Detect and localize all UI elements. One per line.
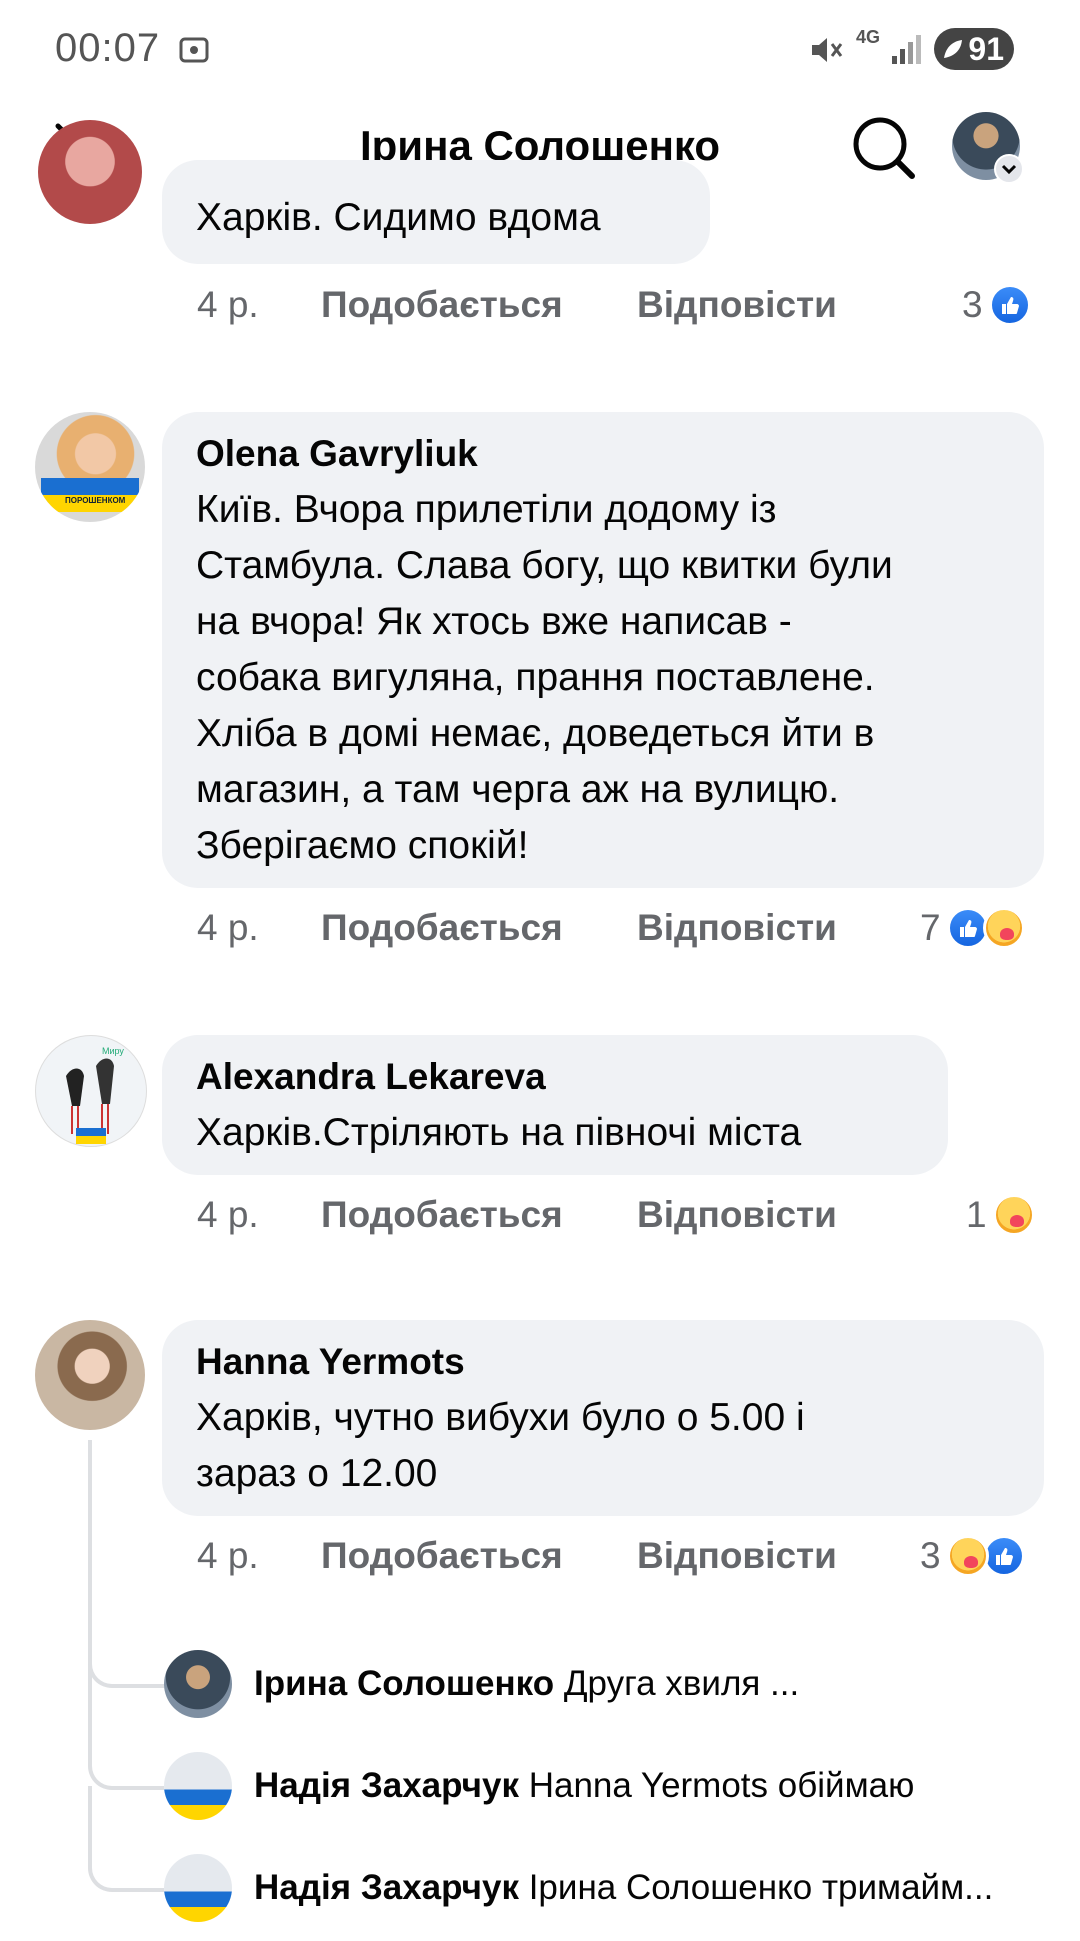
- care-icon: [946, 1535, 989, 1577]
- comment-text: Київ. Вчора прилетіли додому із Стамбула…: [196, 488, 893, 867]
- comment-bubble: Харків. Сидимо вдома: [162, 160, 710, 264]
- reply-avatar[interactable]: [164, 1650, 232, 1718]
- like-icon: [988, 284, 1031, 326]
- reply-preview[interactable]: Надія Захарчук Hanna Yermots обіймаю: [254, 1766, 914, 1806]
- mute-icon: [812, 38, 843, 62]
- reply-button[interactable]: Відповісти: [637, 907, 837, 949]
- reply-author: Надія Захарчук: [254, 1766, 519, 1805]
- avatar[interactable]: [35, 1320, 145, 1430]
- storks-image: [66, 1058, 114, 1144]
- avatar-badge: Миру: [102, 1046, 124, 1056]
- comment-bubble: Alexandra Lekareva Харків.Стріляють на п…: [162, 1035, 948, 1175]
- comment-bubble: Olena Gavryliuk Київ. Вчора прилетіли до…: [162, 412, 1044, 888]
- reply-button[interactable]: Відповісти: [637, 1535, 837, 1577]
- reply-text: Ірина Солошенко тримайм...: [528, 1868, 994, 1907]
- comment-text: Харків, чутно вибухи було о 5.00 і зараз…: [196, 1396, 805, 1495]
- comment-time[interactable]: 4 р.: [197, 1535, 259, 1577]
- comment-author[interactable]: Olena Gavryliuk: [196, 432, 1010, 476]
- signal-icon: [892, 35, 921, 64]
- status-time: 00:07: [55, 26, 161, 70]
- comment-bubble: Hanna Yermots Харків, чутно вибухи було …: [162, 1320, 1044, 1516]
- comment-time[interactable]: 4 р.: [197, 284, 259, 326]
- avatar[interactable]: Миру: [35, 1035, 147, 1147]
- like-button[interactable]: Подобається: [321, 1535, 563, 1577]
- reaction-summary[interactable]: 3: [920, 1534, 1025, 1578]
- like-button[interactable]: Подобається: [321, 907, 563, 949]
- like-button[interactable]: Подобається: [321, 1194, 563, 1236]
- reaction-count: 1: [966, 1194, 987, 1235]
- comment-text: Харків. Сидимо вдома: [196, 196, 601, 239]
- reply-text: Hanna Yermots обіймаю: [528, 1766, 915, 1805]
- reply-avatar[interactable]: [164, 1752, 232, 1820]
- network-type: 4G: [856, 27, 881, 47]
- reaction-summary[interactable]: 7: [920, 906, 1025, 950]
- thread-connector: [88, 1786, 164, 1892]
- profile-avatar[interactable]: [952, 112, 1024, 184]
- reply-button[interactable]: Відповісти: [637, 284, 837, 326]
- battery-indicator: 91: [934, 28, 1014, 70]
- status-bar: 00:07 4G 91: [0, 0, 1080, 100]
- care-icon: [992, 1194, 1035, 1236]
- care-icon: [982, 907, 1025, 949]
- avatar[interactable]: [38, 120, 142, 224]
- reply-author: Надія Захарчук: [254, 1868, 519, 1907]
- thread-connector: [88, 1640, 164, 1688]
- reply-text: Друга хвиля ...: [563, 1664, 800, 1703]
- comment-author[interactable]: Hanna Yermots: [196, 1340, 1010, 1384]
- screenshot-icon: [179, 37, 209, 63]
- reaction-count: 3: [920, 1535, 941, 1576]
- avatar-badge: ПОРОШЕНКОМ: [65, 496, 126, 505]
- reaction-summary[interactable]: 1: [966, 1193, 1035, 1237]
- battery-level: 91: [968, 31, 1004, 67]
- reaction-count: 3: [962, 284, 983, 325]
- thread-connector: [88, 1684, 164, 1790]
- reaction-summary[interactable]: 3: [962, 283, 1031, 327]
- avatar[interactable]: ПОРОШЕНКОМ: [35, 412, 145, 522]
- search-icon[interactable]: [850, 114, 918, 182]
- comment-time[interactable]: 4 р.: [197, 907, 259, 949]
- reply-author: Ірина Солошенко: [254, 1664, 555, 1703]
- like-icon: [982, 1535, 1025, 1577]
- reply-avatar[interactable]: [164, 1854, 232, 1922]
- comment-text: Харків.Стріляють на півночі міста: [196, 1111, 802, 1154]
- reply-preview[interactable]: Ірина Солошенко Друга хвиля ...: [254, 1664, 799, 1704]
- reply-preview[interactable]: Надія Захарчук Ірина Солошенко тримайм..…: [254, 1868, 993, 1908]
- comment-time[interactable]: 4 р.: [197, 1194, 259, 1236]
- like-button[interactable]: Подобається: [321, 284, 563, 326]
- battery-saver-icon: [944, 40, 962, 58]
- chevron-down-icon: [994, 154, 1024, 184]
- comment-author[interactable]: Alexandra Lekareva: [196, 1055, 914, 1099]
- reaction-count: 7: [920, 907, 941, 948]
- reply-button[interactable]: Відповісти: [637, 1194, 837, 1236]
